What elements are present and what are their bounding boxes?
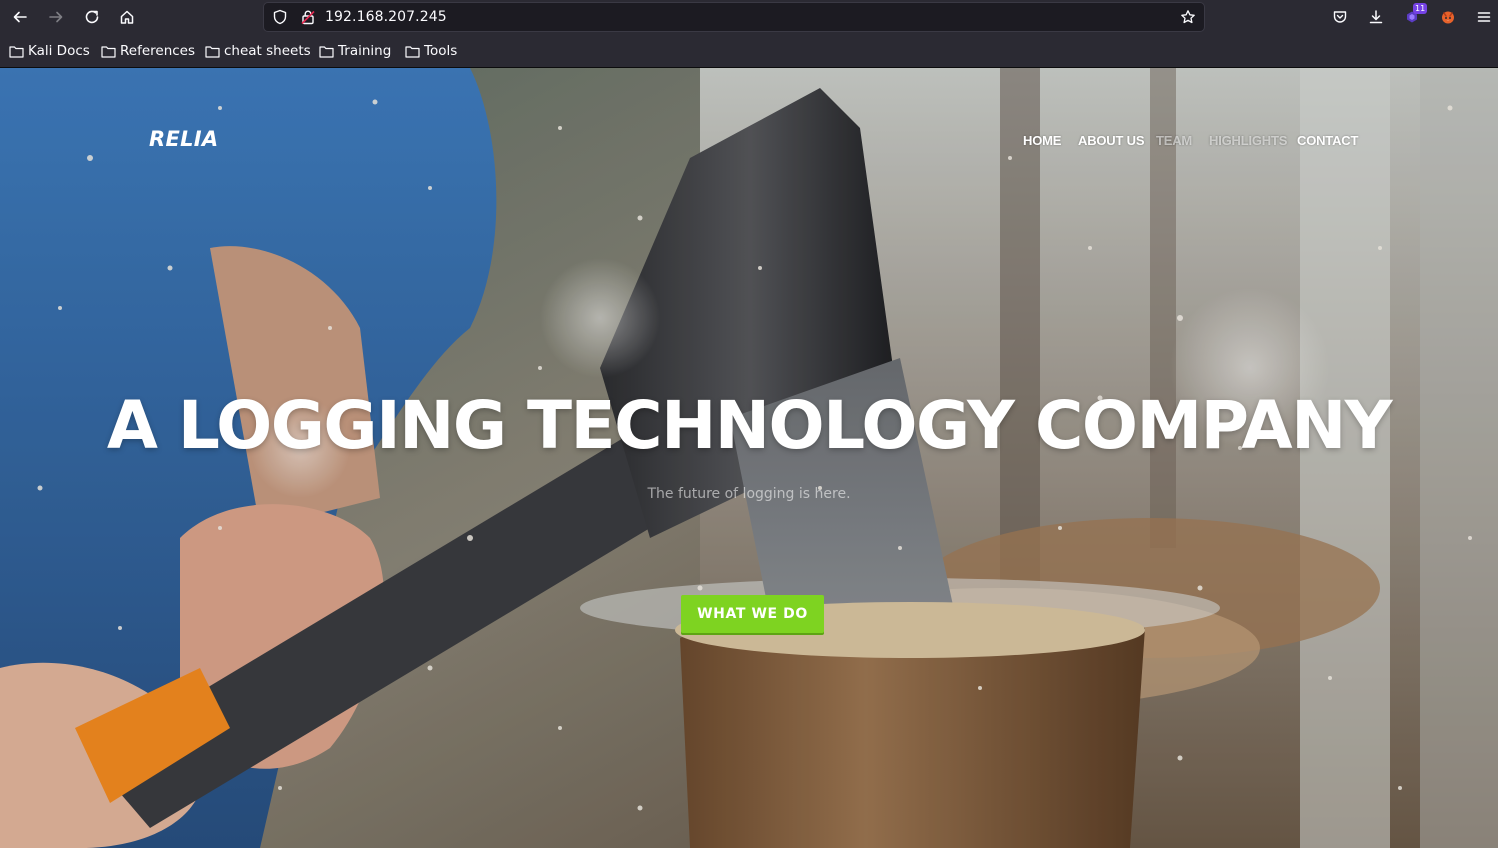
back-button[interactable] bbox=[7, 4, 33, 30]
home-button[interactable] bbox=[114, 4, 140, 30]
reload-button[interactable] bbox=[79, 4, 105, 30]
menu-button[interactable] bbox=[1474, 7, 1494, 27]
bookmark-label: Tools bbox=[424, 43, 458, 59]
hero-title: A LOGGING TECHNOLOGY COMPANY bbox=[106, 387, 1393, 464]
forward-button[interactable] bbox=[43, 4, 69, 30]
arrow-right-icon bbox=[49, 11, 63, 23]
bookmarks-toolbar: Kali Docs References cheat sheets Traini… bbox=[0, 34, 1498, 68]
nav-highlights[interactable]: HIGHLIGHTS bbox=[1209, 133, 1287, 148]
bookmark-references[interactable]: References bbox=[101, 42, 195, 60]
bookmark-star-icon[interactable] bbox=[1180, 9, 1196, 25]
folder-icon bbox=[101, 45, 116, 58]
download-icon bbox=[1369, 10, 1383, 24]
hero-subtitle: The future of logging is here. bbox=[647, 486, 851, 502]
bookmark-cheat-sheets[interactable]: cheat sheets bbox=[205, 42, 311, 60]
downloads-button[interactable] bbox=[1366, 7, 1386, 27]
fox-icon bbox=[1442, 11, 1454, 24]
bookmark-tools[interactable]: Tools bbox=[405, 42, 457, 60]
extension-button[interactable]: 11 bbox=[1402, 3, 1428, 27]
nav-about-us[interactable]: ABOUT US bbox=[1078, 133, 1144, 148]
bookmark-kali-docs[interactable]: Kali Docs bbox=[9, 42, 90, 60]
nav-home[interactable]: HOME bbox=[1023, 133, 1061, 148]
shield-icon[interactable] bbox=[272, 9, 288, 25]
bookmark-label: References bbox=[120, 43, 196, 59]
reload-icon bbox=[85, 10, 99, 24]
notification-badge: 11 bbox=[1413, 3, 1428, 14]
pocket-icon bbox=[1333, 11, 1347, 23]
url-text[interactable]: 192.168.207.245 bbox=[325, 9, 447, 25]
folder-icon bbox=[319, 45, 334, 58]
hamburger-menu-icon bbox=[1477, 12, 1491, 22]
bookmark-label: Training bbox=[338, 43, 392, 59]
browser-toolbar: 192.168.207.245 11 bbox=[0, 0, 1498, 34]
folder-icon bbox=[9, 45, 24, 58]
insecure-lock-icon[interactable] bbox=[300, 9, 316, 25]
folder-icon bbox=[205, 45, 220, 58]
nav-contact[interactable]: CONTACT bbox=[1297, 133, 1358, 148]
site-nav: HOME ABOUT US TEAM HIGHLIGHTS CONTACT bbox=[0, 133, 1498, 153]
bookmark-training[interactable]: Training bbox=[319, 42, 391, 60]
home-icon bbox=[120, 10, 134, 24]
nav-team[interactable]: TEAM bbox=[1156, 133, 1192, 148]
what-we-do-button[interactable]: WHAT WE DO bbox=[681, 595, 824, 633]
pocket-button[interactable] bbox=[1330, 7, 1350, 27]
foxyproxy-button[interactable] bbox=[1438, 7, 1458, 27]
arrow-left-icon bbox=[13, 11, 27, 23]
bookmark-label: Kali Docs bbox=[28, 43, 90, 59]
address-bar[interactable]: 192.168.207.245 bbox=[263, 2, 1205, 32]
folder-icon bbox=[405, 45, 420, 58]
bookmark-label: cheat sheets bbox=[224, 43, 311, 59]
hero-section: RELIA HOME ABOUT US TEAM HIGHLIGHTS CONT… bbox=[0, 68, 1498, 848]
